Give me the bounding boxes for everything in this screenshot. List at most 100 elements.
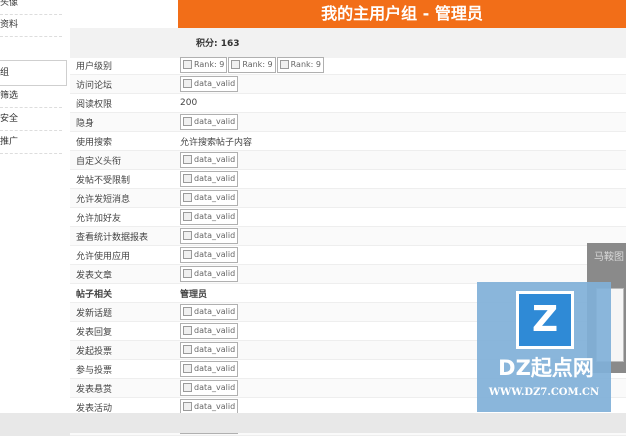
row-label: 隐身 xyxy=(70,112,180,132)
permission-status: data_valid xyxy=(180,264,626,284)
row-label: 参与投票 xyxy=(70,359,180,379)
table-row: 自定义头衔 data_valid xyxy=(70,150,626,170)
broken-image-icon xyxy=(183,326,192,335)
row-value: 允许搜索帖子内容 xyxy=(180,131,626,151)
image-alt-text: data_valid xyxy=(194,326,236,335)
table-row: 允许使用应用 data_valid xyxy=(70,245,626,265)
credits-value: 积分: 163 xyxy=(196,39,240,49)
image-alt-text: data_valid xyxy=(194,193,236,202)
row-label: 发新话题 xyxy=(70,302,180,322)
image-alt-text: data_valid xyxy=(194,231,236,240)
row-label: 阅读权限 xyxy=(70,93,180,113)
valid-image: data_valid xyxy=(180,266,239,282)
valid-image: data_valid xyxy=(180,247,239,263)
row-label: 发起投票 xyxy=(70,340,180,360)
credits-panel xyxy=(70,28,626,58)
rank-image: Rank: 9 xyxy=(228,57,276,73)
image-alt-text: data_valid xyxy=(194,79,236,88)
broken-image-icon xyxy=(279,60,289,69)
rank-image: Rank: 9 xyxy=(276,57,324,73)
permission-status: data_valid xyxy=(180,188,626,208)
row-label: 允许加好友 xyxy=(70,207,180,227)
permission-status: data_valid xyxy=(180,74,626,94)
broken-image-icon xyxy=(183,155,192,164)
row-label: 发帖不受限制 xyxy=(70,169,180,189)
broken-image-icon xyxy=(183,117,192,126)
sidebar-item-filter[interactable]: 筛选 xyxy=(0,85,62,108)
broken-image-icon xyxy=(183,383,192,392)
sidebar-item-label: 安全 xyxy=(0,114,19,124)
row-label: 使用搜索 xyxy=(70,131,180,151)
broken-image-icon xyxy=(183,364,192,373)
image-alt-text: data_valid xyxy=(194,383,236,392)
row-value: 200 xyxy=(180,93,626,113)
valid-image: data_valid xyxy=(180,342,239,358)
table-row: 发帖不受限制 data_valid xyxy=(70,169,626,189)
broken-image-icon xyxy=(231,60,241,69)
page-title: 我的主用户组 - 管理员 xyxy=(178,0,626,28)
row-label: 发表悬赏 xyxy=(70,378,180,398)
table-row: 允许发短消息 data_valid xyxy=(70,188,626,208)
image-alt-text: Rank: 9 xyxy=(242,60,273,69)
row-label: 允许使用应用 xyxy=(70,245,180,265)
image-alt-text: data_valid xyxy=(194,402,236,411)
bottom-strip xyxy=(0,413,626,433)
broken-image-icon xyxy=(183,212,192,221)
broken-image-icon xyxy=(183,269,192,278)
broken-image-icon xyxy=(183,231,192,240)
table-row: 发表文章 data_valid xyxy=(70,264,626,284)
table-row: 阅读权限 200 xyxy=(70,93,626,113)
image-alt-text: Rank: 9 xyxy=(194,60,225,69)
row-label: 用户级别 xyxy=(70,56,180,75)
row-label: 发表回复 xyxy=(70,321,180,341)
valid-image: data_valid xyxy=(180,228,239,244)
rank-images: Rank: 9 Rank: 9 Rank: 9 xyxy=(180,56,626,75)
watermark-url: WWW.DZ7.COM.CN xyxy=(488,387,600,398)
image-alt-text: data_valid xyxy=(194,364,236,373)
permission-status: data_valid xyxy=(180,245,626,265)
sidebar-item-label: 组 xyxy=(0,68,10,78)
watermark-logo: Z xyxy=(516,291,574,349)
sidebar-item-label: 筛选 xyxy=(0,91,19,101)
image-alt-text: data_valid xyxy=(194,269,236,278)
valid-image: data_valid xyxy=(180,76,239,92)
side-overlay-text: 马鞍图 xyxy=(594,252,624,263)
image-alt-text: Rank: 9 xyxy=(290,60,321,69)
broken-image-icon xyxy=(183,307,192,316)
row-label: 查看统计数据报表 xyxy=(70,226,180,246)
image-alt-text: data_valid xyxy=(194,345,236,354)
valid-image: data_valid xyxy=(180,190,239,206)
broken-image-icon xyxy=(183,193,192,202)
row-label: 发表文章 xyxy=(70,264,180,284)
broken-image-icon xyxy=(183,79,192,88)
table-row: 隐身 data_valid xyxy=(70,112,626,132)
sidebar-item-label: 资料 xyxy=(0,20,19,30)
table-row: 查看统计数据报表 data_valid xyxy=(70,226,626,246)
valid-image: data_valid xyxy=(180,171,239,187)
permission-status: data_valid xyxy=(180,226,626,246)
valid-image: data_valid xyxy=(180,114,239,130)
valid-image: data_valid xyxy=(180,361,239,377)
sidebar-item-avatar[interactable]: 头像 xyxy=(0,0,62,15)
sidebar-item-security[interactable]: 安全 xyxy=(0,108,62,131)
row-label: 帖子相关 xyxy=(70,283,180,303)
table-row: 使用搜索 允许搜索帖子内容 xyxy=(70,131,626,151)
valid-image: data_valid xyxy=(180,304,239,320)
table-row: 用户级别 Rank: 9 Rank: 9 Rank: 9 xyxy=(70,56,626,75)
valid-image: data_valid xyxy=(180,152,239,168)
image-alt-text: data_valid xyxy=(194,155,236,164)
image-alt-text: data_valid xyxy=(194,307,236,316)
permission-status: data_valid xyxy=(180,207,626,227)
sidebar-item-usergroup[interactable]: 组 xyxy=(0,60,67,86)
sidebar-item-profile[interactable]: 资料 xyxy=(0,14,62,37)
row-label: 允许发短消息 xyxy=(70,188,180,208)
sidebar-item-promotion[interactable]: 推广 xyxy=(0,131,62,154)
rank-image: Rank: 9 xyxy=(180,57,228,73)
permission-status: data_valid xyxy=(180,112,626,132)
sidebar-item-label: 推广 xyxy=(0,137,19,147)
sidebar-item-label: 头像 xyxy=(0,0,19,8)
image-alt-text: data_valid xyxy=(194,212,236,221)
row-label: 访问论坛 xyxy=(70,74,180,94)
broken-image-icon xyxy=(183,250,192,259)
valid-image: data_valid xyxy=(180,323,239,339)
